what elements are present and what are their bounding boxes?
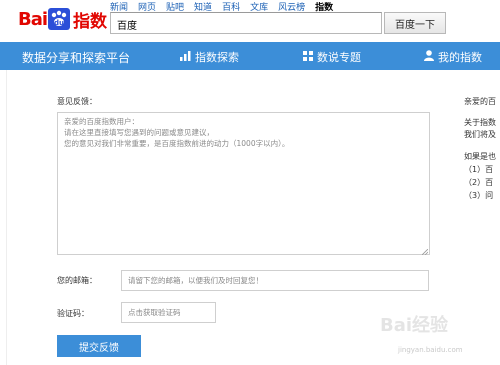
- grid-icon: [303, 50, 313, 64]
- paw-icon: du: [48, 8, 71, 30]
- email-label: 您的邮箱：: [57, 276, 97, 285]
- nav-item-label: 我的指数: [438, 51, 482, 64]
- main-nav-bar: 数据分享和探索平台 指数探索 数说专题 我的指数: [0, 42, 500, 70]
- nav-item-my-index[interactable]: 我的指数: [424, 49, 482, 65]
- brand-title[interactable]: 数据分享和探索平台: [22, 49, 130, 66]
- search-button[interactable]: 百度一下: [384, 12, 446, 34]
- captcha-field[interactable]: 点击获取验证码: [121, 302, 216, 323]
- placeholder-line: 亲爱的百度指数用户：: [64, 117, 139, 126]
- bar-chart-icon: [180, 50, 191, 64]
- logo-du-text: du: [54, 19, 64, 27]
- sidebar-text: 我们将及: [464, 130, 496, 139]
- watermark-url: jingyan.baidu.com: [398, 346, 463, 354]
- nav-item-label: 数说专题: [317, 51, 361, 64]
- feedback-textarea[interactable]: 亲爱的百度指数用户： 请在这里直接填写您遇到的问题或意见建议， 您的意见对我们非…: [57, 112, 430, 256]
- search-input[interactable]: 百度: [110, 12, 382, 34]
- sidebar-text: 关于指数: [464, 118, 496, 127]
- logo-zhishu-text: 指数: [73, 11, 108, 32]
- left-divider: [6, 70, 7, 365]
- sidebar-list-item: （2）百: [464, 178, 494, 187]
- nav-item-index-explore[interactable]: 指数探索: [180, 49, 239, 65]
- nav-item-data-topics[interactable]: 数说专题: [303, 49, 361, 65]
- logo-bai-text: Bai: [18, 8, 48, 30]
- sidebar-greeting: 亲爱的百: [464, 97, 496, 106]
- feedback-label: 意见反馈：: [57, 97, 97, 106]
- placeholder-line: 您的意见对我们非常重要，是百度指数前进的动力（1000字以内）。: [64, 139, 290, 148]
- watermark-text: Bai经验: [380, 315, 449, 336]
- placeholder-line: 请在这里直接填写您遇到的问题或意见建议，: [64, 128, 214, 137]
- resize-handle-icon[interactable]: [421, 247, 429, 256]
- submit-feedback-button[interactable]: 提交反馈: [57, 335, 141, 357]
- top-header: Bai du 指数 新闻 网页 贴吧 知道 百科 文库 风云榜 指数 百度 百度…: [0, 0, 500, 40]
- sidebar-list-item: （1）百: [464, 165, 494, 174]
- sidebar-text: 如果是也: [464, 152, 496, 161]
- sidebar-list-item: （3）问: [464, 191, 494, 200]
- nav-item-label: 指数探索: [195, 51, 239, 64]
- captcha-label: 验证码：: [57, 309, 89, 318]
- baidu-zhishu-logo[interactable]: Bai du 指数: [18, 4, 107, 34]
- user-icon: [424, 50, 434, 64]
- email-field[interactable]: 请留下您的邮箱，以便我们及时回复您！: [121, 270, 429, 291]
